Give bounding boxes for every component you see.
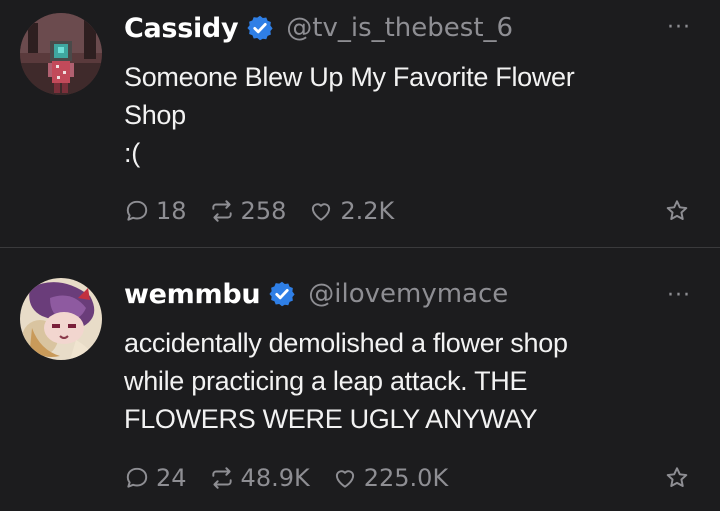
more-icon[interactable]: ··· [664,17,694,39]
repost-count: 258 [240,197,287,225]
author-handle[interactable]: @ilovemymace [308,279,508,309]
author-name[interactable]: wemmbu [124,279,261,310]
bookmark-star-icon[interactable] [664,465,690,491]
like-count: 2.2K [340,197,395,225]
reply-button[interactable]: 18 [124,197,187,225]
like-icon [312,203,331,221]
like-icon [335,470,354,488]
verified-badge-icon [268,280,296,308]
reply-icon [126,467,148,488]
post-actions: 24 48.9K 225.0K [124,463,690,493]
reply-icon [126,200,148,221]
repost-button[interactable]: 258 [209,197,287,225]
like-button[interactable]: 225.0K [332,464,448,492]
post-header: Cassidy @tv_is_thebest_6 [124,10,640,46]
avatar[interactable] [20,13,102,95]
more-icon[interactable]: ··· [664,285,694,307]
post-text-content: accidentally demolished a flower shop wh… [124,328,568,434]
post-text: accidentally demolished a flower shop wh… [124,324,684,438]
post-cassidy[interactable]: Cassidy @tv_is_thebest_6 ··· Someone Ble… [0,0,720,247]
like-button[interactable]: 2.2K [308,197,394,225]
like-count: 225.0K [363,464,449,492]
repost-count: 48.9K [240,464,310,492]
post-text-content: Someone Blew Up My Favorite Flower Shop … [124,62,575,168]
post-actions: 18 258 2.2K [124,196,690,226]
author-handle[interactable]: @tv_is_thebest_6 [286,13,513,43]
repost-button[interactable]: 48.9K [209,464,310,492]
author-name[interactable]: Cassidy [124,13,239,44]
post-wemmbu[interactable]: wemmbu @ilovemymace ··· accidentally dem… [0,248,720,511]
post-text: Someone Blew Up My Favorite Flower Shop … [124,58,684,172]
post-header: wemmbu @ilovemymace [124,276,640,312]
reply-button[interactable]: 24 [124,464,187,492]
bookmark-star-icon[interactable] [664,198,690,224]
repost-icon [211,200,232,222]
verified-badge-icon [246,14,274,42]
reply-count: 24 [156,464,187,492]
reply-count: 18 [156,197,187,225]
feed: Cassidy @tv_is_thebest_6 ··· Someone Ble… [0,0,720,511]
repost-icon [211,467,232,489]
avatar[interactable] [20,278,102,360]
